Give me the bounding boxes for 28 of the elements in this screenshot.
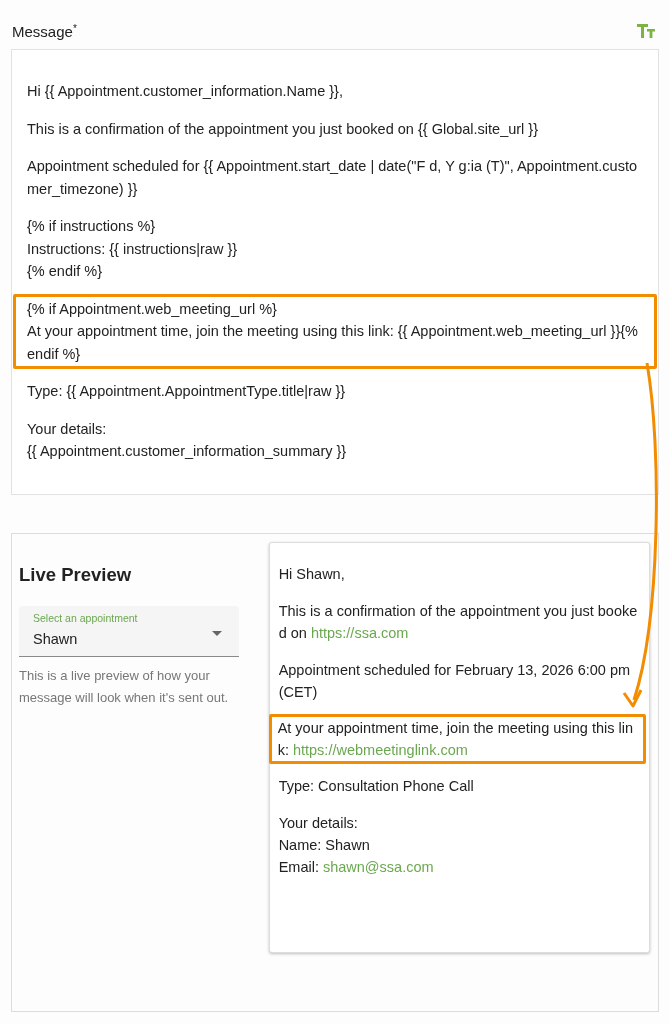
- message-editor[interactable]: [11, 49, 659, 495]
- template-line: At your appointment time, join the meeting using this link: {{ Appointment.web_meeting_url }}{% endif %}: [27, 322, 639, 364]
- template-line: Appointment scheduled for {{ Appointment.start_date | date("F d, Y g:ia (T)", Appointment.customer_timezone) }}: [27, 157, 638, 199]
- template-line: {{ Appointment.customer_information_summary }}: [27, 442, 348, 461]
- template-line: {% endif %}: [27, 262, 103, 281]
- template-line: This is a confirmation of the appointment you just booked on {{ Global.site_url }}: [27, 119, 540, 139]
- preview-line: Appointment scheduled for February 13, 2026 6:00 pm (CET): [278, 661, 632, 702]
- appointment-select[interactable]: Select an appointment Shawn: [19, 606, 239, 657]
- preview-line: Type: Consultation Phone Call: [278, 777, 475, 796]
- preview-line: Hi Shawn,: [278, 565, 346, 584]
- preview-line: Your details:: [278, 814, 359, 833]
- template-line: {% if instructions %}: [27, 217, 157, 236]
- preview-line: Name: Shawn: [278, 836, 371, 855]
- link[interactable]: shawn@ssa.com: [322, 859, 434, 875]
- preview-line: Email: shawn@ssa.com: [278, 858, 435, 877]
- field-label: Message$^{*}$: [12, 22, 77, 40]
- template-line: Type: {{ Appointment.AppointmentType.title|raw }}: [27, 382, 347, 401]
- link[interactable]: https://ssa.com: [310, 625, 409, 641]
- link[interactable]: https://webmeetinglink.com: [292, 742, 468, 758]
- template-line: Instructions: {{ instructions|raw }}: [27, 239, 239, 259]
- description: This is a live preview of how your message will look when it's sent out.: [19, 667, 230, 707]
- preview-line: This is a confirmation of the appointment you just booked on https://ssa.com: [278, 602, 639, 643]
- template-line: Hi {{ Appointment.customer_information.Name }},: [27, 82, 344, 101]
- template-line: {% if Appointment.web_meeting_url %}: [27, 299, 278, 319]
- section-title: Live Preview: [19, 564, 133, 586]
- template-line: Your details:: [27, 419, 108, 439]
- dropdown-icon: [212, 631, 222, 636]
- preview-line: At your appointment time, join the meeting using this link: https://webmeetinglink.com: [277, 719, 635, 760]
